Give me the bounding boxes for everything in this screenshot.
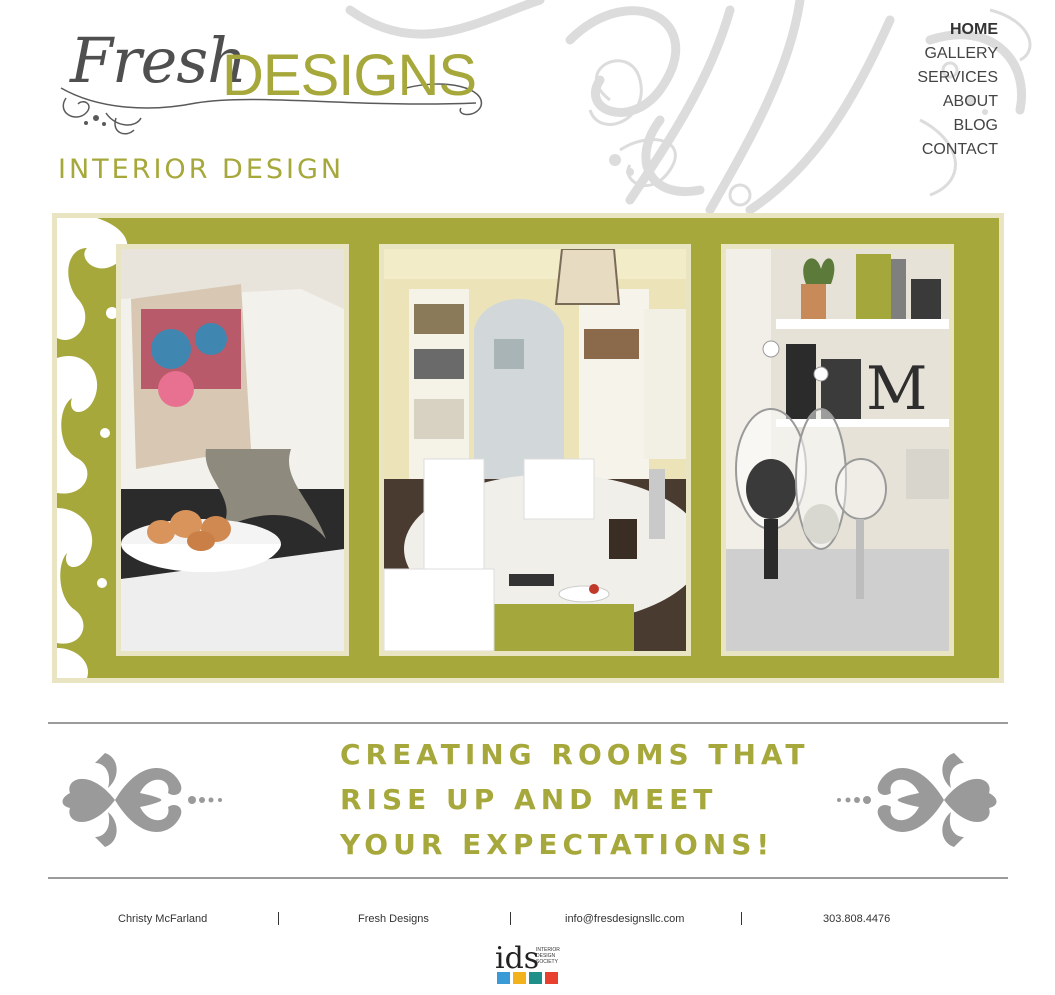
footer-separator (510, 912, 511, 925)
ids-badge[interactable]: ids INTERIOR DESIGN SOCIETY (495, 938, 565, 986)
ids-color-square (529, 972, 542, 984)
nav-gallery[interactable]: GALLERY (917, 42, 998, 66)
damask-ornament-right-icon (837, 753, 997, 847)
slogan: CREATING ROOMS THAT RISE UP AND MEET YOU… (340, 732, 810, 867)
footer-email-link[interactable]: info@fresdesignsllc.com (565, 913, 684, 925)
gallery-photo-glass-jars[interactable]: M (721, 244, 954, 656)
kitchen-counter-image (121, 249, 344, 651)
dining-room-image (384, 249, 686, 651)
ids-color-square (513, 972, 526, 984)
footer-separator (741, 912, 742, 925)
footer-name: Christy McFarland (118, 913, 208, 925)
ids-color-square (545, 972, 558, 984)
tagline: INTERIOR DESIGN (58, 154, 345, 185)
logo[interactable]: Fresh DESIGNS (56, 18, 496, 143)
divider-top (48, 722, 1008, 724)
nav-blog[interactable]: BLOG (917, 114, 998, 138)
slogan-line-1: CREATING ROOMS THAT (340, 738, 810, 771)
main-nav: HOME GALLERY SERVICES ABOUT BLOG CONTACT (917, 18, 998, 162)
ids-text-line-3: SOCIETY (536, 959, 559, 965)
gallery-photo-kitchen-counter[interactable] (116, 244, 349, 656)
ids-letters: ids (495, 941, 539, 976)
nav-home[interactable]: HOME (917, 18, 998, 42)
logo-brand-text: DESIGNS (222, 43, 477, 108)
footer-phone: 303.808.4476 (823, 913, 891, 925)
divider-bottom (48, 877, 1008, 879)
hero-banner: M (52, 213, 1004, 683)
damask-ornament-left-icon (62, 753, 222, 847)
gallery-photo-dining-room[interactable] (379, 244, 691, 656)
slogan-line-3: YOUR EXPECTATIONS! (340, 828, 775, 861)
footer-company: Fresh Designs (358, 913, 429, 925)
logo-script-text: Fresh (70, 24, 247, 97)
ids-logo-icon: ids INTERIOR DESIGN SOCIETY (495, 941, 560, 984)
slogan-line-2: RISE UP AND MEET (340, 783, 718, 816)
nav-about[interactable]: ABOUT (917, 90, 998, 114)
ids-color-square (497, 972, 510, 984)
svg-text:M: M (866, 354, 927, 424)
glass-jars-image: M (726, 249, 949, 651)
nav-contact[interactable]: CONTACT (917, 138, 998, 162)
footer-separator (278, 912, 279, 925)
nav-services[interactable]: SERVICES (917, 66, 998, 90)
